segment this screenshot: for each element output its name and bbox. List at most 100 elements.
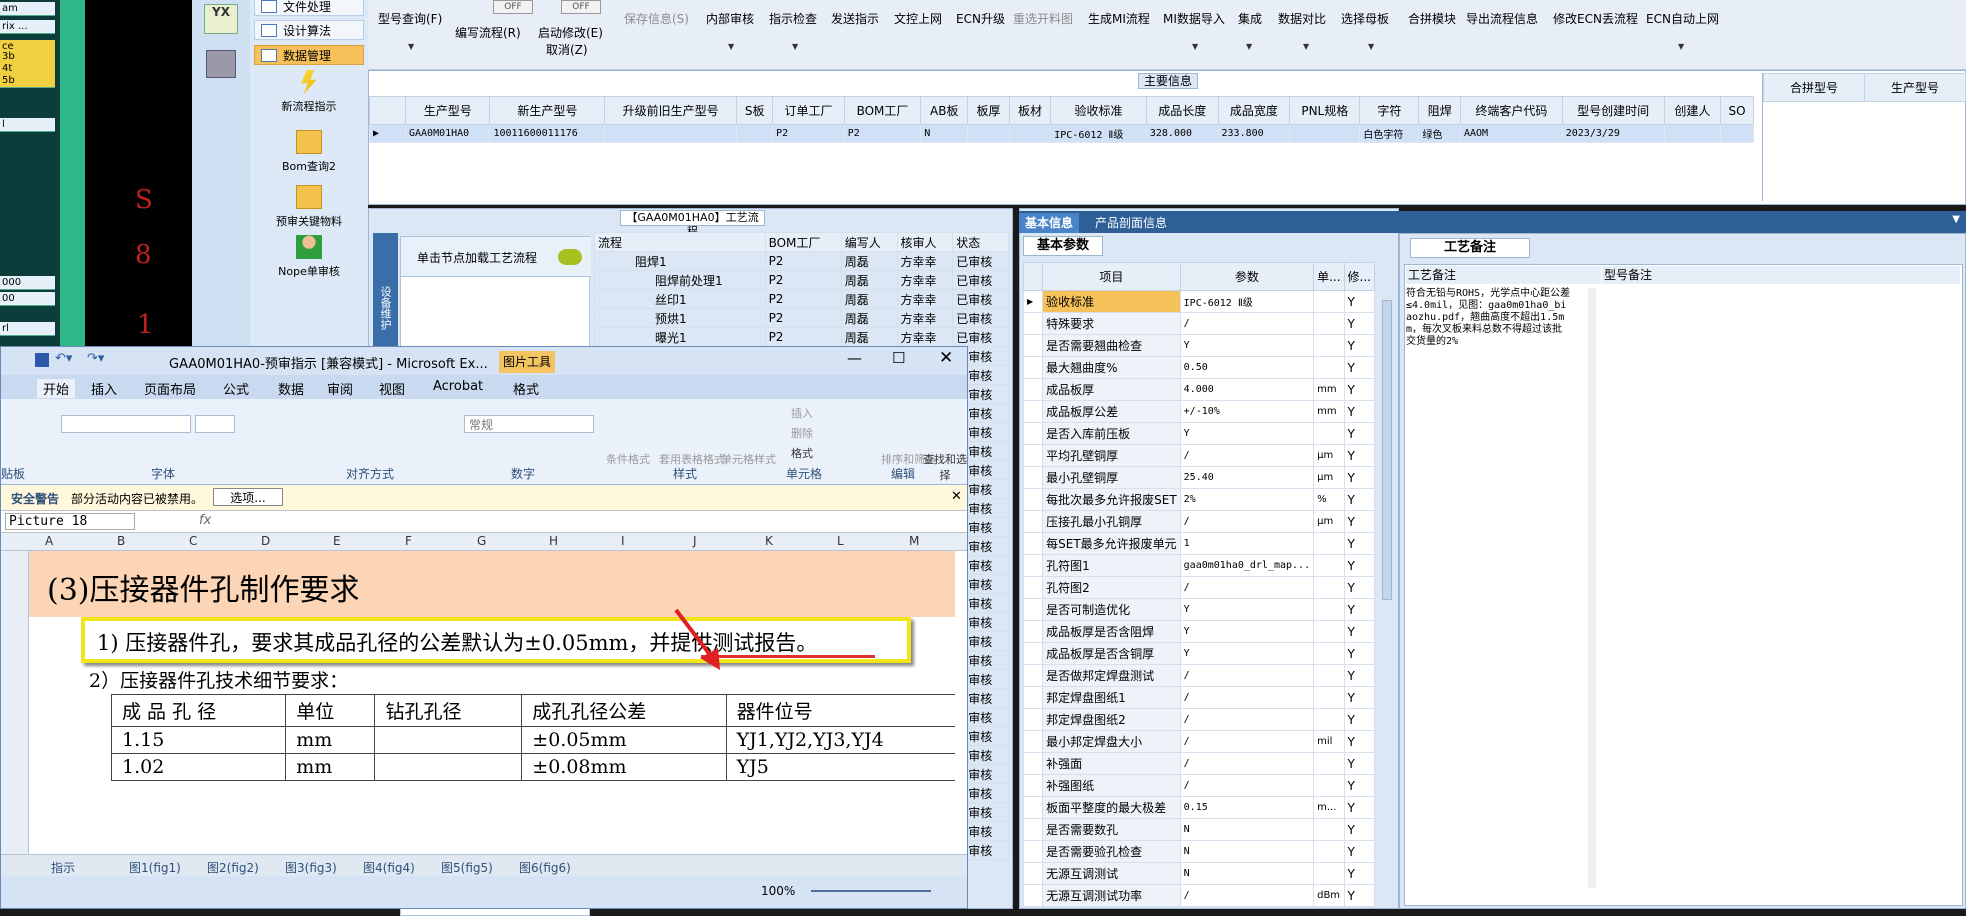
sheet-tab[interactable]: 图4(fig4) [363,859,415,876]
toolbar-button[interactable]: 重选开料图 [1013,10,1073,27]
column-header[interactable]: C [189,534,197,548]
highlight-box[interactable]: 1) 压接器件孔，要求其成品孔径的公差默认为±0.05mm，并提供测试报告。 [81,617,911,663]
name-box[interactable]: Picture 18 [5,513,135,530]
node-hint[interactable]: 单击节点加载工艺流程 [417,249,537,266]
column-header[interactable]: E [333,534,341,548]
sheet-tab[interactable]: 指示 [51,859,75,876]
column-header[interactable]: J [693,534,697,548]
column-header[interactable]: 新生产型号 [489,96,606,125]
table-row[interactable]: 是否入库前压板 Y Y [1023,422,1375,445]
table-row[interactable]: 孔符图2/ Y [1023,576,1375,599]
calculator-icon[interactable] [206,50,236,78]
delete-button[interactable]: 删除 [791,425,813,441]
left-cell[interactable]: l [0,118,55,132]
table-row[interactable]: 是否需要验孔检查 N Y [1023,840,1375,863]
table-row[interactable]: 阻焊前处理1 P2 周磊 方幸幸 已审核 [594,270,1009,290]
column-header[interactable]: 阻焊 [1418,96,1461,125]
column-header[interactable]: 编写人 [840,232,898,252]
table-cell[interactable]: 328.000 [1145,124,1219,143]
toolbar-button[interactable]: 发送指示 [831,10,879,27]
table-row[interactable]: 每SET最多允许报废单元 1 Y [1023,532,1375,555]
table-cell[interactable] [1289,124,1361,143]
nav-prereview-key-material[interactable]: 预审关键物料 [250,185,368,229]
close-icon[interactable]: ✕ [951,489,962,504]
dropdown-arrow-icon[interactable]: ▼ [728,42,734,51]
column-header[interactable]: 项目 [1042,262,1181,291]
column-header[interactable]: 验收标准 [1050,96,1147,125]
number-format-box[interactable]: 常规 [464,415,594,433]
table-row[interactable]: 成 品 孔 径单位 钻孔孔径 成孔孔径公差 器件位号 [110,694,955,727]
table-row[interactable]: 无源互调测试 N Y [1023,862,1375,885]
table-cell[interactable]: 233.800 [1217,124,1291,143]
tab-basic-params[interactable]: 基本参数 [1023,236,1103,256]
table-row[interactable]: 是否做邦定焊盘测试 / Y [1023,664,1375,687]
undo-icon[interactable]: ↶▾ [55,351,72,366]
toolbar-button[interactable]: 修改ECN丢流程 [1553,10,1638,27]
column-header[interactable]: 字符 [1359,96,1420,125]
table-row[interactable]: 平均孔壁铜厚 / μm Y [1023,444,1375,467]
sheet-tab[interactable]: 图6(fig6) [519,859,571,876]
table-row[interactable]: 1.15 mm ±0.05mm YJ1,YJ2,YJ3,YJ4 [110,726,955,754]
table-row[interactable]: 成品板厚是否含铜厚 Y Y [1023,642,1375,665]
table-cell[interactable]: 白色字符 [1359,124,1420,143]
table-row[interactable]: 特殊要求 / Y [1023,312,1375,335]
left-cell[interactable]: rix ... [0,20,55,34]
table-row[interactable]: 补强图纸 / Y [1023,774,1375,797]
column-header[interactable]: H [549,534,558,548]
table-cell[interactable] [736,124,774,143]
table-row[interactable]: 是否需要数孔 N Y [1023,818,1375,841]
toolbar-button[interactable]: 选择母板 [1341,10,1389,27]
column-header[interactable]: 状态 [952,232,1009,252]
table-row[interactable]: 每批次最多允许报废SET 2%% Y [1023,488,1375,511]
toolbar-button[interactable]: 合拼模块 [1408,10,1456,27]
table-row[interactable]: 最小孔壁铜厚 25.40 μm Y [1023,466,1375,489]
nav-new-flow-instruction[interactable]: 新流程指示 [250,70,368,114]
column-header[interactable]: 创建人 [1663,96,1722,125]
save-icon[interactable] [35,353,49,367]
table-cell[interactable] [1663,124,1722,143]
toolbar-button[interactable]: 生成MI流程 [1088,10,1150,27]
table-cell[interactable]: GAA0M01HA0 [404,124,491,143]
chevron-down-icon[interactable]: ▼ [1952,214,1960,225]
nav-design-algorithm[interactable]: 设计算法 [254,20,364,40]
column-header[interactable]: 升级前旧生产型号 [604,96,738,125]
tab-basic-info[interactable]: 基本信息 [1019,213,1080,233]
column-header[interactable]: BOM工厂 [843,96,922,125]
toolbar-button[interactable]: 数据对比 [1278,10,1326,27]
dropdown-arrow-icon[interactable]: ▼ [1192,42,1198,51]
column-header[interactable]: 订单工厂 [772,96,845,125]
toolbar-button[interactable]: 内部审核 [706,10,754,27]
maximize-icon[interactable]: ☐ [892,349,905,367]
ribbon-tab[interactable]: 数据 [278,379,304,398]
toolbar-button[interactable]: 启动修改(E) [538,24,603,41]
ribbon-tab[interactable]: 格式 [513,379,539,398]
tab-craft-notes[interactable]: 工艺备注 [1410,238,1530,258]
toolbar-button[interactable]: 文控上网 [894,10,942,27]
left-cell[interactable]: rl [0,322,55,336]
table-row[interactable]: ▶ 验收标准 IPC-6012 Ⅱ级 Y [1023,290,1375,313]
column-header[interactable]: 型号创建时间 [1561,96,1665,125]
column-header[interactable]: 流程 [594,232,766,252]
left-cell[interactable]: am [0,2,55,16]
table-row[interactable]: 补强面 / Y [1023,752,1375,775]
column-header[interactable]: 型号备注 [1602,266,1960,284]
table-row[interactable]: 邦定焊盘图纸2/ Y [1023,708,1375,731]
font-name-box[interactable] [61,415,191,433]
table-row[interactable]: 最小邦定焊盘大小 / mil Y [1023,730,1375,753]
column-header[interactable]: 终端客户代码 [1459,96,1563,125]
table-row[interactable]: 无源互调测试功率 / dBm Y [1023,884,1375,907]
table-cell[interactable] [967,124,1010,143]
table-row[interactable]: 丝印1 P2 周磊 方幸幸 已审核 [594,289,1009,309]
column-header[interactable]: 合拼型号 [1763,73,1865,102]
column-header[interactable]: A [45,534,53,548]
toolbar-button[interactable]: MI数据导入 [1163,10,1225,27]
ribbon-tab[interactable]: 插入 [91,379,117,398]
table-cell[interactable]: P2 [772,124,845,143]
column-header[interactable]: L [837,534,844,548]
sheet-tab[interactable]: 图2(fig2) [207,859,259,876]
table-cell[interactable]: 10011600011176 [489,124,606,143]
column-header[interactable]: BOM工厂 [764,232,842,252]
toolbar-button[interactable]: 保存信息(S) [624,10,689,27]
nav-nope-review[interactable]: Nope单审核 [250,235,368,279]
scrollbar[interactable] [1588,288,1596,888]
